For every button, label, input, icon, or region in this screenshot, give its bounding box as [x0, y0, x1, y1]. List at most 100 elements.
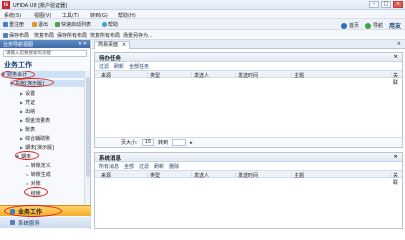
- tree-scrollbar[interactable]: [84, 71, 90, 204]
- menu-system[interactable]: 系统(S): [4, 12, 21, 19]
- tree-label: 转账生成: [30, 172, 51, 178]
- home-link[interactable]: 首页: [340, 22, 359, 29]
- save-all-layouts-button[interactable]: 保存所有布局: [57, 32, 87, 39]
- tab-simple-desktop[interactable]: 简易桌面 ×: [94, 41, 131, 49]
- column-subject[interactable]: 主题: [291, 172, 304, 179]
- column-sender[interactable]: 发送人: [191, 172, 209, 179]
- home-circle-icon: [340, 22, 347, 29]
- menu-help[interactable]: 帮助(H): [118, 12, 136, 19]
- go-arrow-icon[interactable]: ▸: [190, 140, 193, 146]
- go-to-input[interactable]: [172, 139, 187, 146]
- reregister-button[interactable]: 重注册: [3, 21, 24, 28]
- tree-item-voucher[interactable]: ▶ 凭证: [20, 99, 35, 106]
- menu-bar: 系统(S) 视图(V) 工具(T) 转到(G) 帮助(H): [0, 10, 405, 19]
- refresh-button[interactable]: 刷新: [154, 163, 164, 170]
- highlight-closing: [24, 187, 48, 197]
- restore-all-layouts-button[interactable]: 恢复所有布局: [90, 32, 120, 39]
- column-sender[interactable]: 发送人: [191, 72, 209, 79]
- column-send-time[interactable]: 发送时间: [235, 172, 258, 179]
- navigate-link-label: 导航: [372, 23, 383, 29]
- window-title: UFIDA U8 [账户验证器]: [13, 3, 68, 9]
- restore-layout-button[interactable]: 恢复布局: [34, 32, 54, 39]
- tree-item-settings[interactable]: ▶ 设置: [20, 90, 35, 97]
- tree-label: 对账: [30, 181, 41, 187]
- help-label: 帮助: [108, 22, 119, 28]
- filter-button[interactable]: 过滤: [139, 163, 149, 170]
- brand-logo: 用友: [388, 23, 401, 30]
- home-link-label: 首页: [348, 23, 359, 29]
- system-icon: [10, 220, 15, 225]
- panel-close-icon[interactable]: ×: [393, 54, 398, 60]
- help-icon: [102, 22, 107, 27]
- tree-label: 现金流量表: [25, 118, 51, 124]
- delete-button[interactable]: 删除: [169, 163, 179, 170]
- save-scene-as-button[interactable]: 场景另存为...: [123, 32, 153, 39]
- tree-item-aux-ledger[interactable]: ▶ 综合辅助账: [20, 135, 50, 142]
- save-icon: [3, 33, 8, 38]
- column-subject[interactable]: 主题: [291, 72, 304, 79]
- desktop-area: 待办任务 × 过滤 刷新 全部任务 来源 类型 发送人 发送时间 主题 关联 页…: [92, 49, 405, 229]
- top-links: 首页 导航 用友: [340, 21, 401, 30]
- system-service-nav-button[interactable]: 系统服务: [0, 217, 91, 228]
- tree-label: 出纳: [25, 109, 36, 115]
- tree-label: 期末[演示版]: [25, 145, 54, 151]
- highlight-period-end: [15, 151, 39, 160]
- restore-layout-label: 恢复布局: [34, 33, 55, 39]
- tree-label: 转账定义: [30, 163, 51, 169]
- restore-all-layouts-label: 恢复所有布局: [90, 33, 121, 39]
- close-all-tabs-icon[interactable]: ×: [397, 41, 401, 47]
- quick-launch-button[interactable]: 快速启动列表: [55, 21, 91, 28]
- column-source[interactable]: 来源: [99, 172, 111, 179]
- tree-item-period-end-demo[interactable]: ▶ 期末[演示版]: [20, 144, 54, 151]
- help-button[interactable]: 帮助: [102, 21, 118, 28]
- navigate-link[interactable]: 导航: [364, 22, 383, 29]
- column-source[interactable]: 来源: [99, 72, 111, 79]
- pin-icon[interactable]: ▾ ✕: [79, 41, 87, 47]
- all-messages-dropdown[interactable]: 所有消息: [99, 163, 119, 170]
- column-related[interactable]: 关联: [390, 72, 402, 86]
- tree-item-transfer-definition[interactable]: ▫ 转账定义: [26, 162, 51, 169]
- exit-button[interactable]: 退出: [32, 21, 48, 28]
- page-size-input[interactable]: 15: [141, 139, 155, 146]
- scrollbar-thumb[interactable]: [86, 77, 90, 177]
- leaf-icon: ▫: [26, 172, 29, 177]
- go-to-label: 转到: [158, 140, 169, 146]
- function-search-input[interactable]: 请输入您要搜索的功能: [3, 50, 87, 57]
- filter-button[interactable]: 过滤: [99, 63, 109, 70]
- tree-label: 凭证: [25, 100, 36, 106]
- tree-item-cashier[interactable]: ▶ 出纳: [20, 108, 35, 115]
- column-type[interactable]: 类型: [147, 72, 160, 79]
- save-layout-button[interactable]: 保存布局: [3, 32, 29, 39]
- menu-goto[interactable]: 转到(G): [90, 12, 108, 19]
- column-send-time[interactable]: 发送时间: [235, 72, 258, 79]
- highlight-general-ledger: [12, 78, 54, 87]
- minimize-icon[interactable]: –: [369, 1, 379, 8]
- menu-tools[interactable]: 工具(T): [62, 12, 79, 19]
- reregister-label: 重注册: [9, 22, 25, 28]
- function-tree: ▼ 财务会计 ▼ 总账[演示版] ▶ 设置 ▶ 凭证 ▶ 出纳 ▶ 现金流量表 …: [0, 71, 84, 204]
- column-related[interactable]: 关联: [390, 172, 402, 186]
- tree-item-transfer-generation[interactable]: ▫ 转账生成: [26, 171, 51, 178]
- home-icon: [3, 22, 8, 27]
- tree-label: 账表: [25, 127, 36, 133]
- maximize-icon[interactable]: □: [381, 1, 391, 8]
- tasks-panel-title: 待办任务: [99, 56, 122, 62]
- close-tab-icon[interactable]: ×: [122, 42, 126, 49]
- panel-close-icon[interactable]: ×: [393, 154, 398, 160]
- collapse-icon: ▶: [20, 109, 24, 114]
- messages-panel-header: 系统消息 ×: [95, 153, 402, 162]
- all-tasks-dropdown[interactable]: 全部任务: [129, 63, 149, 70]
- tree-item-reports[interactable]: ▶ 账表: [20, 126, 35, 133]
- page-size-label: 页大小:: [121, 140, 138, 146]
- column-type[interactable]: 类型: [147, 172, 160, 179]
- all-dropdown[interactable]: 全部: [124, 163, 134, 170]
- tree-label: 综合辅助账: [25, 136, 51, 142]
- list-icon: [55, 22, 60, 27]
- tree-item-reconciliation[interactable]: ▫ 对账: [26, 180, 41, 187]
- refresh-button[interactable]: 刷新: [114, 63, 124, 70]
- title-bar: IS UFIDA U8 [账户验证器] – □ ×: [0, 0, 405, 10]
- tree-item-cashflow[interactable]: ▶ 现金流量表: [20, 117, 50, 124]
- menu-view[interactable]: 视图(V): [34, 12, 51, 19]
- close-icon[interactable]: ×: [393, 1, 403, 8]
- messages-grid-header: 来源 类型 发送人 发送时间 主题 关联: [95, 170, 402, 186]
